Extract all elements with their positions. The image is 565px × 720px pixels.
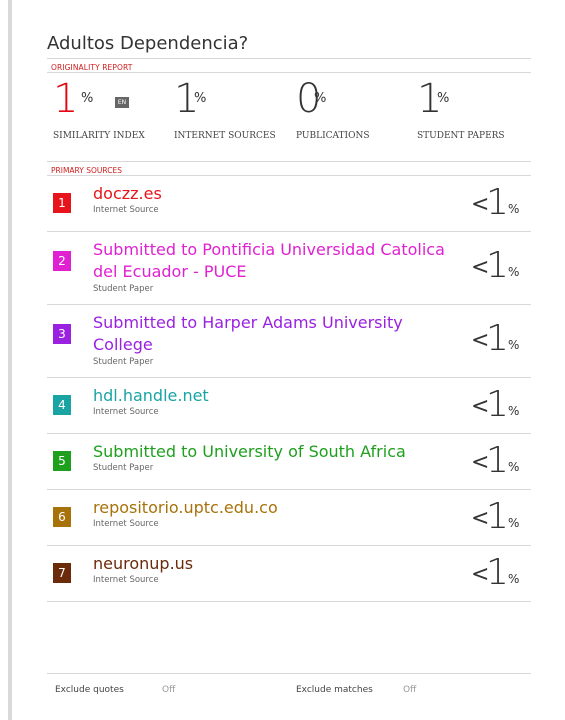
source-name[interactable]: College — [93, 334, 153, 356]
source-type: Student Paper — [93, 357, 154, 367]
source-percent-value: 1 — [486, 552, 509, 593]
sources-list: 1 doczz.es Internet Source <1% 2 Submitted to… — [47, 175, 531, 601]
left-border — [8, 0, 12, 720]
source-percentage: <1% — [471, 318, 531, 362]
exclude-quotes-label: Exclude quotes — [55, 685, 124, 695]
source-percent-value: 1 — [486, 182, 509, 223]
source-name[interactable]: hdl.handle.net — [93, 385, 209, 407]
source-percent-unit: % — [508, 404, 520, 418]
similarity-unit: % — [81, 91, 94, 106]
source-type: Internet Source — [93, 519, 159, 529]
exclude-matches-value[interactable]: Off — [403, 685, 416, 695]
source-percent-unit: % — [508, 338, 520, 352]
source-number: 1 — [53, 193, 71, 213]
source-number: 4 — [53, 395, 71, 415]
exclude-settings: Exclude quotes Off Exclude matches Off — [47, 673, 531, 702]
publications-unit: % — [314, 91, 327, 106]
source-percentage: <1% — [471, 552, 531, 596]
source-number: 2 — [53, 251, 71, 271]
source-percent-value: 1 — [486, 440, 509, 481]
originality-report: Adultos Dependencia? ORIGINALITY REPORT … — [47, 30, 531, 602]
source-row[interactable]: 7 neuronup.us Internet Source <1% — [47, 545, 531, 601]
source-percent-unit: % — [508, 572, 520, 586]
internet-unit: % — [194, 91, 207, 106]
source-type: Student Paper — [93, 463, 154, 473]
source-percent-value: 1 — [486, 384, 509, 425]
student-unit: % — [437, 91, 450, 106]
source-row[interactable]: 6 repositorio.uptc.edu.co Internet Source <… — [47, 489, 531, 545]
source-percent-value: 1 — [486, 318, 509, 359]
source-percentage: <1% — [471, 182, 531, 226]
source-percent-value: 1 — [486, 496, 509, 537]
source-percentage: <1% — [471, 496, 531, 540]
source-number: 5 — [53, 451, 71, 471]
source-row[interactable]: 4 hdl.handle.net Internet Source <1% — [47, 377, 531, 433]
source-name[interactable]: Submitted to Harper Adams University — [93, 312, 403, 334]
source-percentage: <1% — [471, 384, 531, 428]
source-name[interactable]: doczz.es — [93, 183, 162, 205]
source-percent-value: 1 — [486, 245, 509, 286]
source-number: 6 — [53, 507, 71, 527]
exclude-quotes-value[interactable]: Off — [162, 685, 175, 695]
source-number: 3 — [53, 324, 71, 344]
source-percent-unit: % — [508, 460, 520, 474]
source-type: Student Paper — [93, 284, 154, 294]
source-name[interactable]: Submitted to University of South Africa — [93, 441, 406, 463]
originality-report-label: ORIGINALITY REPORT — [51, 63, 133, 72]
source-row[interactable]: 3 Submitted to Harper Adams University Col… — [47, 304, 531, 377]
source-percentage: <1% — [471, 245, 531, 289]
source-row[interactable]: 1 doczz.es Internet Source <1% — [47, 175, 531, 231]
source-row[interactable]: 5 Submitted to University of South Africa… — [47, 433, 531, 489]
source-percent-unit: % — [508, 516, 520, 530]
source-type: Internet Source — [93, 205, 159, 215]
divider — [47, 601, 531, 602]
publications-caption: PUBLICATIONS — [296, 131, 370, 141]
source-percent-unit: % — [508, 265, 520, 279]
source-percent-unit: % — [508, 202, 520, 216]
similarity-value: 1 — [53, 76, 79, 122]
student-caption: STUDENT PAPERS — [417, 131, 505, 141]
source-number: 7 — [53, 563, 71, 583]
source-name[interactable]: del Ecuador - PUCE — [93, 261, 247, 283]
stats-row: 1 % EN SIMILARITY INDEX 1 % INTERNET SOU… — [47, 73, 531, 161]
source-row[interactable]: 2 Submitted to Pontificia Universidad Cat… — [47, 231, 531, 304]
primary-sources-label: PRIMARY SOURCES — [51, 166, 122, 175]
source-type: Internet Source — [93, 407, 159, 417]
source-name[interactable]: repositorio.uptc.edu.co — [93, 497, 278, 519]
internet-caption: INTERNET SOURCES — [174, 131, 276, 141]
exclude-matches-label: Exclude matches — [296, 685, 373, 695]
source-name[interactable]: neuronup.us — [93, 553, 193, 575]
similarity-caption: SIMILARITY INDEX — [53, 131, 145, 141]
source-name[interactable]: Submitted to Pontificia Universidad Cato… — [93, 239, 445, 261]
source-type: Internet Source — [93, 575, 159, 585]
report-title: Adultos Dependencia? — [47, 33, 249, 54]
language-badge: EN — [115, 97, 129, 108]
source-percentage: <1% — [471, 440, 531, 484]
